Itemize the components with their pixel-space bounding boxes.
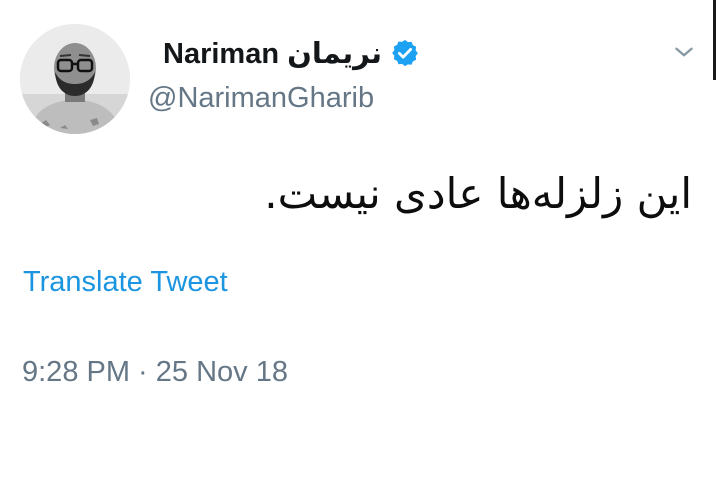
translate-tweet-link[interactable]: Translate Tweet: [23, 266, 228, 299]
tweet-text: این زلزله‌ها عادی نیست.: [264, 169, 692, 218]
author-name-row[interactable]: Nariman نریمان: [163, 30, 420, 76]
author-display-name[interactable]: Nariman نریمان: [163, 36, 382, 71]
window-edge-divider: [713, 0, 716, 80]
chevron-down-icon: [675, 47, 693, 57]
verified-badge-icon: [390, 38, 420, 68]
author-handle[interactable]: @NarimanGharib: [148, 82, 374, 115]
tweet-menu-button[interactable]: [670, 38, 698, 66]
tweet-timestamp[interactable]: 9:28 PM · 25 Nov 18: [22, 356, 288, 389]
avatar[interactable]: [20, 24, 130, 134]
